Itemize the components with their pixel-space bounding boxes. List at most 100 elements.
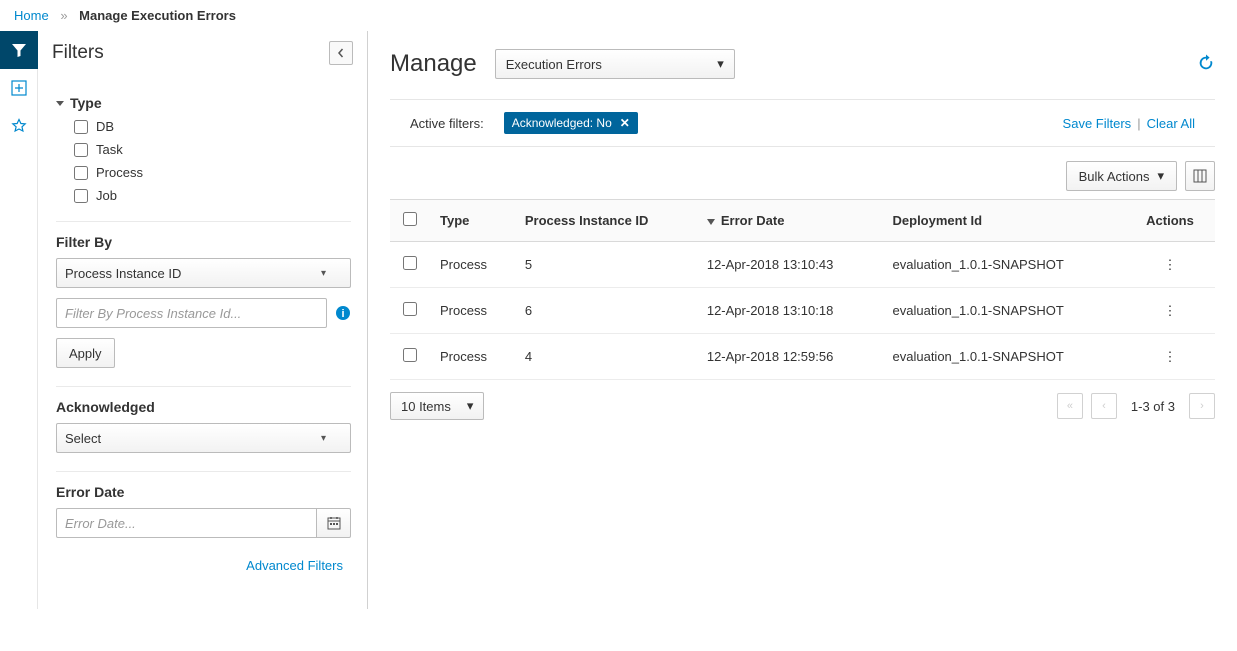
chevron-down-icon: ▾ [321,268,326,279]
pager: « ‹ 1-3 of 3 › [1057,393,1215,419]
rail-add-button[interactable] [0,69,38,107]
manage-dropdown[interactable]: Execution Errors ▾ [495,49,735,79]
refresh-button[interactable] [1197,54,1215,75]
col-date[interactable]: Error Date [697,200,883,242]
calendar-button[interactable] [317,508,351,538]
cell-pid: 4 [515,334,697,380]
collapse-filters-button[interactable] [329,41,353,65]
funnel-icon [11,42,27,58]
bulk-actions-label: Bulk Actions [1079,169,1150,184]
table-row: Process412-Apr-2018 12:59:56evaluation_1… [390,334,1215,380]
left-rail [0,31,38,609]
ack-selected: Select [65,431,101,446]
type-option-process[interactable]: Process [74,165,351,180]
ack-select[interactable]: Select ▾ [56,423,351,453]
type-option-db[interactable]: DB [74,119,351,134]
info-icon[interactable]: i [335,305,351,321]
page-size-label: 10 Items [401,399,451,414]
pager-first-button[interactable]: « [1057,393,1083,419]
rail-filters-button[interactable] [0,31,38,69]
row-checkbox[interactable] [403,256,417,270]
main-content: Manage Execution Errors ▾ Active filters… [368,31,1237,609]
type-label-job: Job [96,188,117,203]
type-checkbox-task[interactable] [74,143,88,157]
type-label-process: Process [96,165,143,180]
bulk-actions-button[interactable]: Bulk Actions ▾ [1066,161,1177,191]
active-filter-chip: Acknowledged: No ✕ [504,112,638,134]
filters-title: Filters [52,42,104,64]
breadcrumb-sep-icon: » [60,8,67,23]
pager-next-button[interactable]: › [1189,393,1215,419]
row-checkbox[interactable] [403,348,417,362]
row-checkbox[interactable] [403,302,417,316]
cell-pid: 5 [515,242,697,288]
pager-info: 1-3 of 3 [1131,399,1175,414]
type-label-db: DB [96,119,114,134]
cell-type: Process [430,242,515,288]
apply-button[interactable]: Apply [56,338,115,368]
pager-prev-button[interactable]: ‹ [1091,393,1117,419]
breadcrumb-current: Manage Execution Errors [79,8,236,23]
row-actions-button[interactable]: ⋮ [1164,257,1177,272]
page-size-select[interactable]: 10 Items ▾ [390,392,484,420]
page-title: Manage [390,50,477,78]
cell-type: Process [430,288,515,334]
cell-dep: evaluation_1.0.1-SNAPSHOT [883,288,1125,334]
type-option-job[interactable]: Job [74,188,351,203]
row-actions-button[interactable]: ⋮ [1164,349,1177,364]
chevron-down-icon: ▾ [467,398,474,414]
type-checkbox-job[interactable] [74,189,88,203]
type-checkbox-db[interactable] [74,120,88,134]
col-actions: Actions [1125,200,1215,242]
errordate-input[interactable] [56,508,317,538]
section-filterby-header: Filter By [56,234,351,250]
col-type[interactable]: Type [430,200,515,242]
divider [56,471,351,472]
filterby-input[interactable] [56,298,327,328]
plus-box-icon [11,80,27,96]
type-option-task[interactable]: Task [74,142,351,157]
filters-panel: Filters Type DB Task Process Job Filter … [38,31,368,609]
calendar-icon [327,516,341,530]
table-row: Process612-Apr-2018 13:10:18evaluation_1… [390,288,1215,334]
rail-star-button[interactable] [0,107,38,145]
columns-button[interactable] [1185,161,1215,191]
cell-date: 12-Apr-2018 12:59:56 [697,334,883,380]
chevron-down-icon: ▾ [321,433,326,444]
col-dep[interactable]: Deployment Id [883,200,1125,242]
table-row: Process512-Apr-2018 13:10:43evaluation_1… [390,242,1215,288]
divider: | [1137,116,1140,131]
chevron-down-icon: ▾ [1157,168,1164,184]
chevron-left-icon [336,48,346,58]
remove-filter-button[interactable]: ✕ [620,116,630,130]
type-label-task: Task [96,142,123,157]
col-pid[interactable]: Process Instance ID [515,200,697,242]
star-icon [11,118,27,134]
divider [56,221,351,222]
cell-pid: 6 [515,288,697,334]
manage-dropdown-label: Execution Errors [506,57,602,72]
advanced-filters-link[interactable]: Advanced Filters [246,558,343,573]
errors-table: Type Process Instance ID Error Date Depl… [390,199,1215,380]
cell-date: 12-Apr-2018 13:10:18 [697,288,883,334]
section-type-header[interactable]: Type [56,95,351,111]
breadcrumb-home[interactable]: Home [14,8,49,23]
section-errordate-header: Error Date [56,484,351,500]
columns-icon [1193,169,1207,183]
cell-date: 12-Apr-2018 13:10:43 [697,242,883,288]
cell-type: Process [430,334,515,380]
svg-text:i: i [341,308,344,320]
section-ack-header: Acknowledged [56,399,351,415]
active-filter-chip-text: Acknowledged: No [512,116,612,130]
select-all-checkbox[interactable] [403,212,417,226]
filterby-select[interactable]: Process Instance ID ▾ [56,258,351,288]
refresh-icon [1197,54,1215,72]
divider [56,386,351,387]
clear-all-link[interactable]: Clear All [1147,116,1195,131]
type-checkbox-process[interactable] [74,166,88,180]
chevron-down-icon: ▾ [717,56,724,72]
active-filters-label: Active filters: [410,116,484,131]
breadcrumb: Home » Manage Execution Errors [0,0,1237,31]
row-actions-button[interactable]: ⋮ [1164,303,1177,318]
save-filters-link[interactable]: Save Filters [1063,116,1132,131]
